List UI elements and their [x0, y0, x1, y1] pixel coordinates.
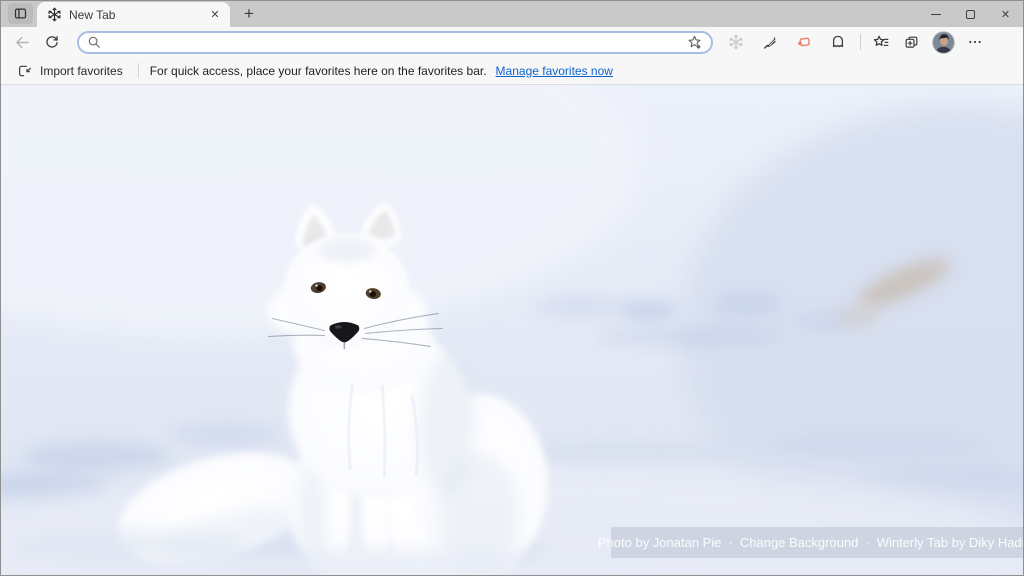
favorites-bar-message: For quick access, place your favorites h…	[150, 64, 487, 78]
snowflake-extension-icon	[728, 34, 744, 50]
caption-separator: ·	[865, 535, 869, 550]
tab-new-tab[interactable]: New Tab ✕	[37, 2, 230, 27]
profile-button[interactable]	[930, 29, 956, 55]
tab-strip: New Tab ✕ + ✕	[1, 1, 1023, 27]
refresh-button[interactable]	[39, 29, 65, 55]
window-maximize-button[interactable]	[953, 1, 988, 27]
pen-extension-button[interactable]	[757, 29, 783, 55]
manage-favorites-link[interactable]: Manage favorites now	[496, 64, 613, 78]
snowflake-favicon-icon	[47, 7, 62, 22]
new-tab-page: Photo by Jonatan Pie · Change Background…	[1, 85, 1023, 575]
favorites-bar: Import favorites For quick access, place…	[1, 57, 1023, 85]
search-icon	[87, 35, 101, 49]
back-button[interactable]	[9, 29, 35, 55]
profile-avatar	[932, 31, 955, 54]
tab-close-button[interactable]: ✕	[206, 6, 224, 24]
tab-actions-menu-button[interactable]	[8, 3, 33, 24]
address-bar[interactable]	[77, 31, 713, 54]
minimize-icon	[931, 14, 941, 15]
browser-window: New Tab ✕ + ✕	[0, 0, 1024, 576]
window-minimize-button[interactable]	[918, 1, 953, 27]
ellipsis-icon	[967, 34, 983, 50]
ghost-icon	[830, 34, 846, 50]
orange-extension-button[interactable]	[791, 29, 817, 55]
winterly-extension-button[interactable]	[723, 29, 749, 55]
toolbar-separator	[860, 34, 861, 50]
window-close-button[interactable]: ✕	[988, 1, 1023, 27]
import-favorites-icon	[17, 63, 33, 79]
photo-caption-bar: Photo by Jonatan Pie · Change Background…	[611, 527, 1023, 558]
toolbar	[1, 27, 1023, 57]
tab-title: New Tab	[69, 8, 199, 22]
arctic-fox-photo	[1, 85, 1023, 575]
change-background-link[interactable]: Change Background	[740, 535, 859, 550]
refresh-icon	[44, 34, 60, 50]
address-input[interactable]	[107, 34, 677, 50]
collections-icon	[903, 34, 920, 51]
star-gear-icon	[686, 34, 703, 51]
import-favorites-button[interactable]: Import favorites	[13, 61, 127, 81]
collections-button[interactable]	[898, 29, 924, 55]
caption-separator: ·	[728, 535, 732, 550]
pen-flag-icon	[762, 34, 778, 50]
new-tab-button[interactable]: +	[234, 2, 264, 26]
import-favorites-label: Import favorites	[40, 64, 123, 78]
orange-tag-icon	[796, 34, 812, 50]
settings-menu-button[interactable]	[962, 29, 988, 55]
window-controls: ✕	[918, 1, 1023, 27]
favorites-settings-button[interactable]	[683, 32, 705, 52]
photo-credit-link[interactable]: Photo by Jonatan Pie	[598, 535, 722, 550]
favorites-star-icon	[872, 33, 890, 51]
maximize-icon	[966, 10, 975, 19]
tab-actions-icon	[13, 6, 28, 21]
favorites-button[interactable]	[868, 29, 894, 55]
winterly-credit-link[interactable]: Winterly Tab by Diky Hadna	[877, 535, 1023, 550]
favorites-bar-separator	[138, 63, 139, 78]
back-arrow-icon	[14, 34, 31, 51]
ghost-extension-button[interactable]	[825, 29, 851, 55]
